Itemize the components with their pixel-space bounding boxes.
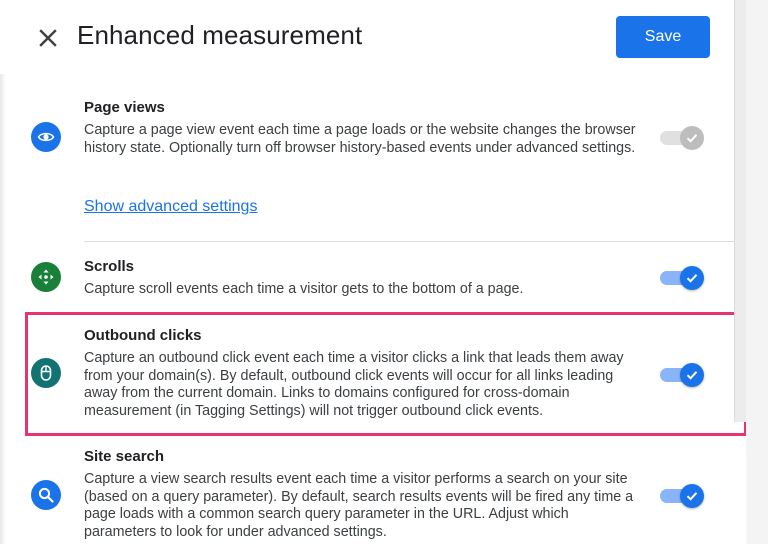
right-edge-shade	[746, 0, 768, 544]
search-icon	[31, 480, 61, 510]
section-title: Page views	[84, 99, 165, 116]
scrolls-toggle[interactable]	[660, 264, 704, 290]
scrollbar[interactable]	[734, 0, 746, 422]
section-description: Capture scroll events each time a visito…	[84, 281, 524, 297]
close-button[interactable]	[34, 24, 62, 52]
site-search-toggle[interactable]	[660, 482, 704, 508]
toggle-thumb	[680, 484, 704, 508]
section-scrolls: Scrolls Capture scroll events each time …	[0, 244, 735, 312]
section-description: Capture a page view event each time a pa…	[84, 122, 636, 156]
eye-icon	[31, 122, 61, 152]
section-title: Site search	[84, 448, 165, 465]
close-icon	[39, 29, 57, 47]
section-description: Capture a view search results event each…	[84, 471, 634, 540]
check-icon	[686, 134, 698, 143]
check-icon	[686, 492, 698, 501]
section-site-search: Site search Capture a view search result…	[0, 438, 735, 544]
show-advanced-settings-link[interactable]: Show advanced settings	[84, 198, 257, 216]
scroll-arrows-icon	[31, 262, 61, 292]
dialog-header: Enhanced measurement Save	[0, 0, 768, 74]
page-views-toggle[interactable]	[660, 124, 704, 150]
section-divider	[84, 241, 735, 242]
section-title: Scrolls	[84, 258, 135, 275]
check-icon	[686, 274, 698, 283]
toggle-thumb	[680, 266, 704, 290]
page-title: Enhanced measurement	[77, 20, 363, 50]
toggle-thumb	[680, 126, 704, 150]
save-button[interactable]: Save	[616, 16, 710, 58]
highlight-box	[25, 312, 747, 436]
section-page-views: Page views Capture a page view event eac…	[0, 74, 735, 244]
